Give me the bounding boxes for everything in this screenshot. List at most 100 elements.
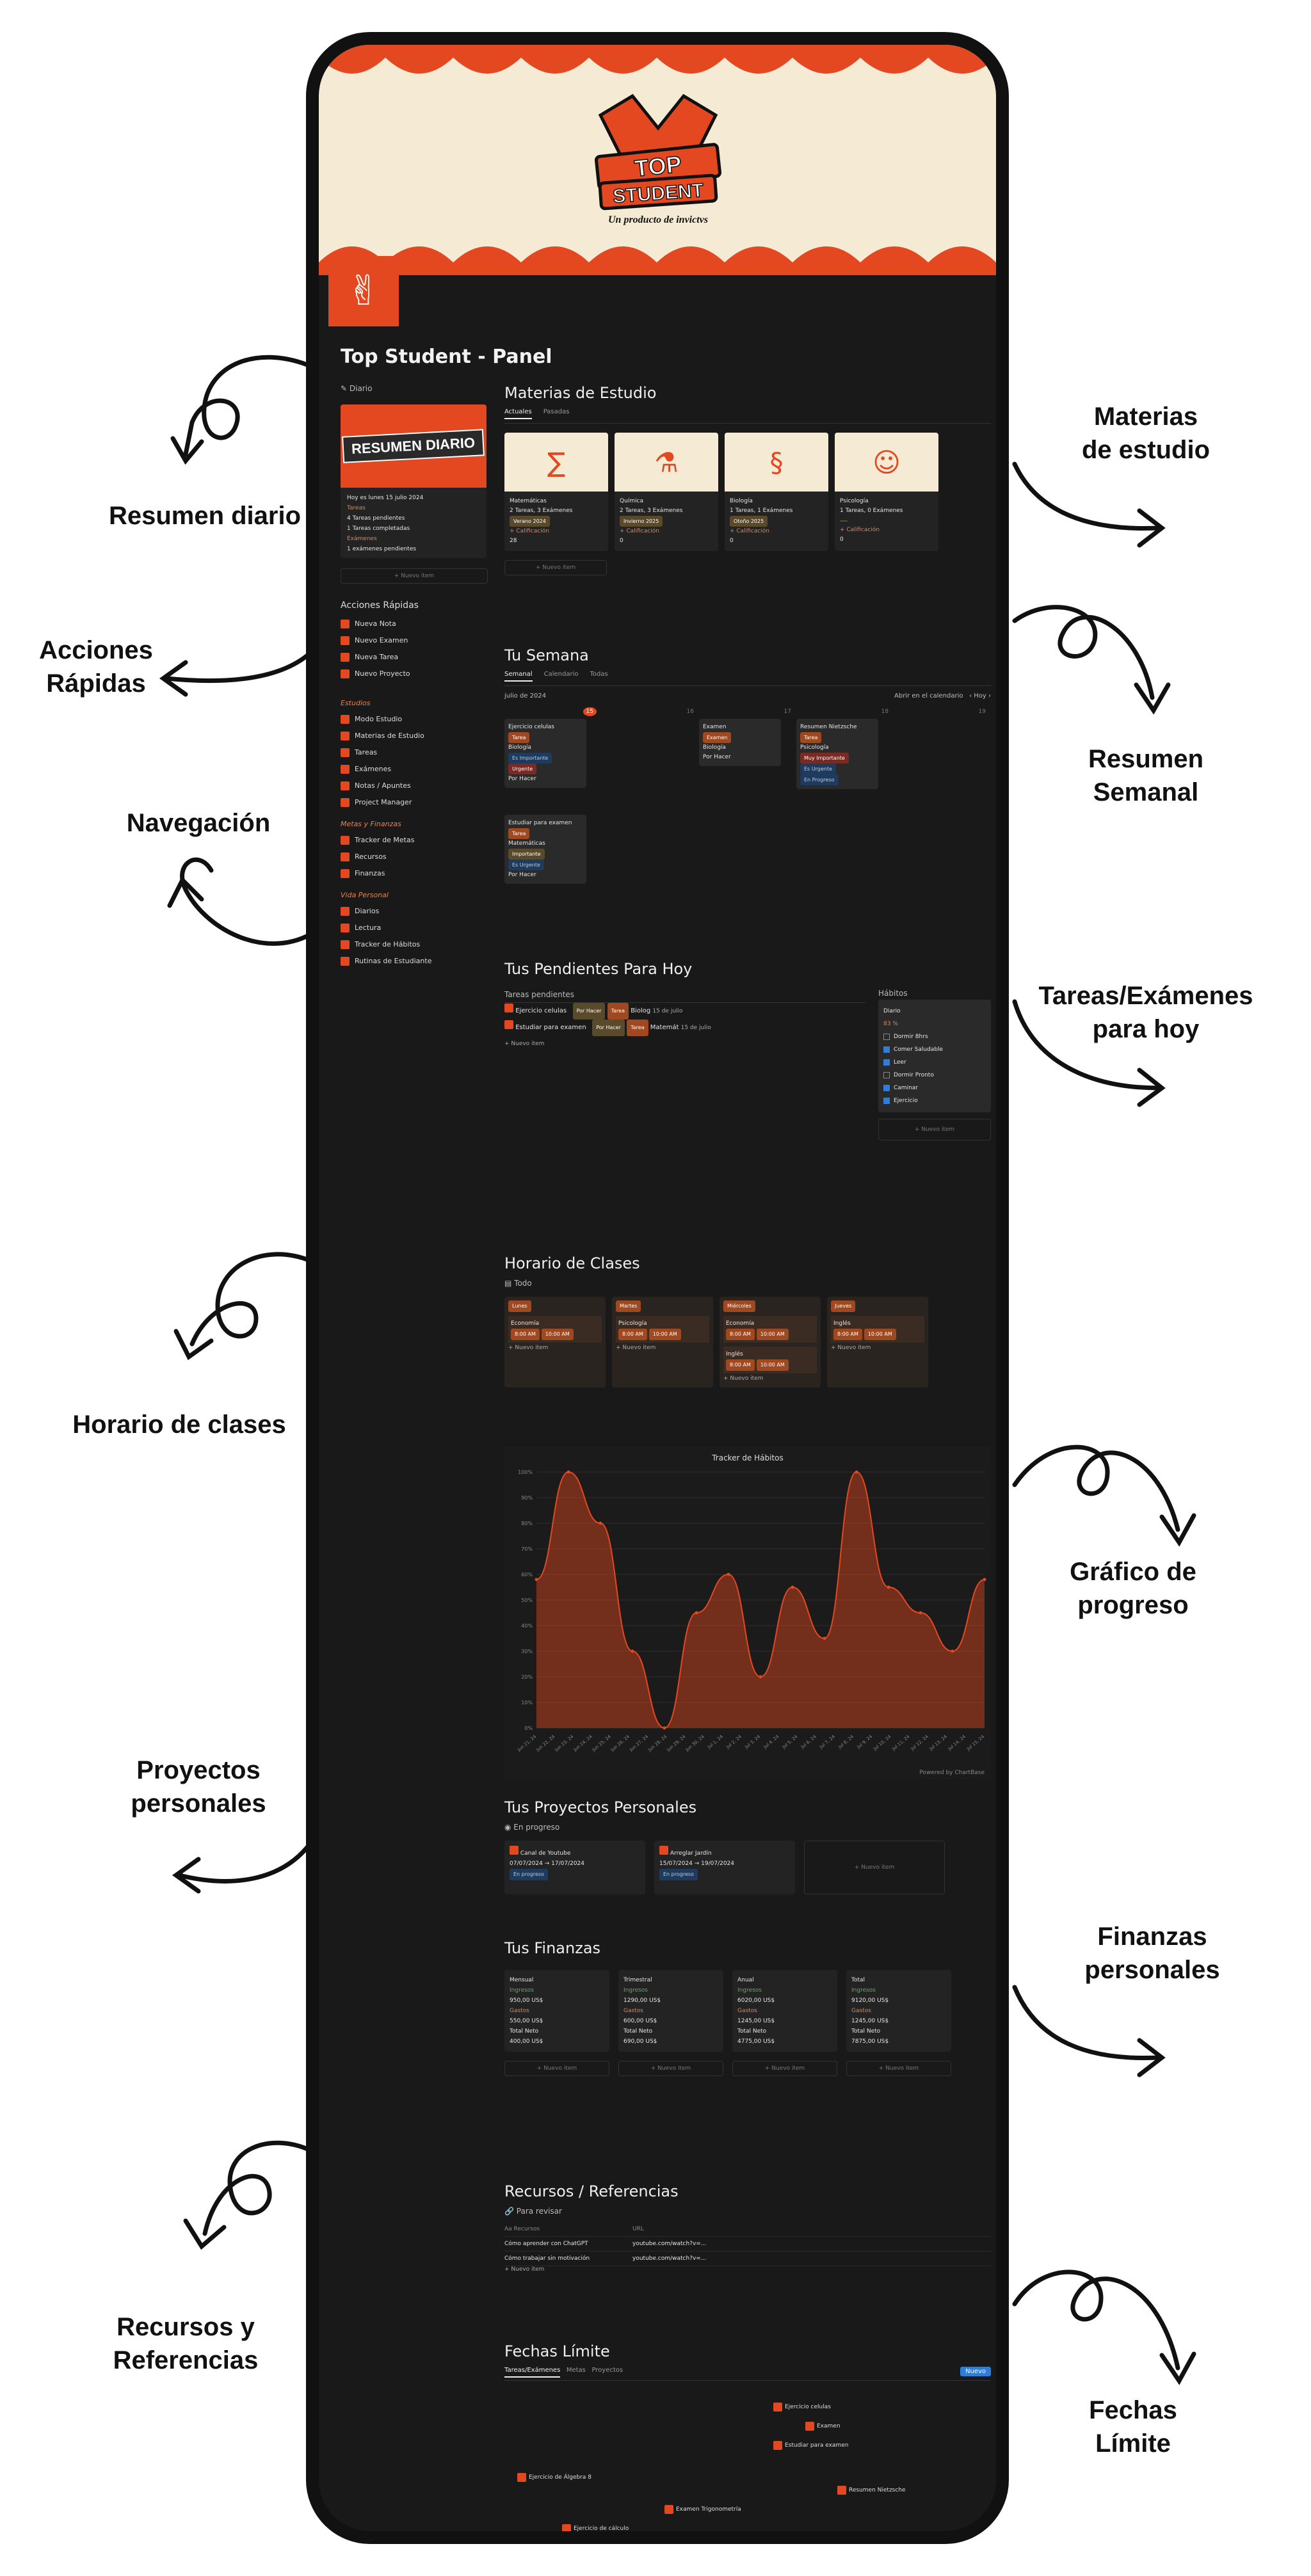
- timeline-item[interactable]: Ejercicio celulas: [773, 2403, 831, 2412]
- habit-row[interactable]: Dormir 8hrs: [883, 1030, 986, 1043]
- nav-tareas[interactable]: Tareas: [341, 744, 488, 761]
- class-card[interactable]: Psicología 8:00 AM 10:00 AM: [616, 1316, 709, 1343]
- tab-semanal[interactable]: Semanal: [504, 671, 533, 682]
- daily-new-item-button[interactable]: + Nuevo item: [341, 568, 488, 584]
- schedule-column: Lunes Economía 8:00 AM 10:00 AM + Nuevo i…: [504, 1297, 606, 1388]
- project-card[interactable]: Canal de Youtube 07/07/2024 → 17/07/2024 E…: [504, 1841, 645, 1894]
- nav-notas[interactable]: Notas / Apuntes: [341, 778, 488, 794]
- finance-new-item-button[interactable]: + Nuevo item: [618, 2061, 723, 2076]
- project-card[interactable]: Arreglar Jardín 15/07/2024 → 19/07/2024 En…: [654, 1841, 795, 1894]
- pending-task-row[interactable]: Ejercicio celulas Por Hacer Tarea Biolog…: [504, 1003, 865, 1020]
- habit-row[interactable]: Ejercicio: [883, 1094, 986, 1107]
- nav-examenes[interactable]: Exámenes: [341, 761, 488, 778]
- nav-tracker-habitos[interactable]: Tracker de Hábitos: [341, 936, 488, 953]
- tab-todas[interactable]: Todas: [590, 671, 608, 682]
- nav-lectura[interactable]: Lectura: [341, 920, 488, 936]
- habit-row[interactable]: Caminar: [883, 1082, 986, 1094]
- recursos-new-item-button[interactable]: + Nuevo item: [504, 2266, 991, 2273]
- y-tick-label: 30%: [521, 1649, 533, 1654]
- recursos-tab[interactable]: 🔗 Para revisar: [504, 2207, 991, 2216]
- pending-task-row[interactable]: Estudiar para examen Por Hacer Tarea Mat…: [504, 1020, 865, 1036]
- finance-new-item-button[interactable]: + Nuevo item: [846, 2061, 951, 2076]
- habit-row[interactable]: Comer Saludable: [883, 1043, 986, 1056]
- nav-rutinas[interactable]: Rutinas de Estudiante: [341, 953, 488, 970]
- habit-row[interactable]: Dormir Pronto: [883, 1069, 986, 1082]
- data-point: [535, 1578, 538, 1581]
- subject-card-biologia[interactable]: § Biología 1 Tareas, 1 Exámenes Otoño 2025…: [725, 433, 828, 551]
- y-tick-label: 100%: [518, 1469, 533, 1475]
- schedule-board: Lunes Economía 8:00 AM 10:00 AM + Nuevo i…: [504, 1297, 991, 1388]
- arrow-icon: [159, 650, 313, 697]
- class-card[interactable]: Inglés 8:00 AM 10:00 AM: [831, 1316, 924, 1343]
- class-card[interactable]: Economía 8:00 AM 10:00 AM: [723, 1316, 817, 1343]
- new-button[interactable]: Nuevo: [960, 2367, 991, 2376]
- finance-card[interactable]: Mensual Ingresos 950,00 US$ Gastos 550,00 US…: [504, 1970, 609, 2052]
- callout-recursos: Recursos y Referencias: [113, 2313, 259, 2374]
- table-row[interactable]: Cómo trabajar sin motivación youtube.com/…: [504, 2252, 991, 2266]
- timeline-item[interactable]: Ejercicio de Álgebra 8: [517, 2473, 591, 2482]
- table-row[interactable]: Cómo aprender con ChatGPT youtube.com/wat…: [504, 2237, 991, 2252]
- habit-row[interactable]: Leer: [883, 1056, 986, 1069]
- proyectos-tab[interactable]: ◉ En progreso: [504, 1823, 991, 1832]
- quick-action-nueva-nota[interactable]: Nueva Nota: [341, 616, 488, 632]
- project-icon: [659, 1846, 668, 1855]
- pending-new-item-button[interactable]: + Nuevo item: [504, 1036, 865, 1052]
- timeline-item[interactable]: Ejercicio de cálculo: [562, 2524, 629, 2531]
- daily-summary-card[interactable]: RESUMEN DIARIO Hoy es lunes 15 julio 202…: [341, 404, 487, 558]
- finance-card[interactable]: Trimestral Ingresos 1290,00 US$ Gastos 600,0…: [618, 1970, 723, 2052]
- nav-project-manager[interactable]: Project Manager: [341, 794, 488, 811]
- class-card[interactable]: Inglés 8:00 AM 10:00 AM: [723, 1347, 817, 1373]
- habits-new-item-button[interactable]: + Nuevo item: [878, 1119, 991, 1140]
- x-tick-label: Jun 21, 24: [516, 1734, 537, 1753]
- quick-action-nuevo-proyecto[interactable]: Nuevo Proyecto: [341, 666, 488, 682]
- finance-card[interactable]: Anual Ingresos 6020,00 US$ Gastos 1245,00 US…: [732, 1970, 837, 2052]
- tab-tareas-examenes[interactable]: Tareas/Exámenes: [504, 2367, 561, 2378]
- class-card[interactable]: Economía 8:00 AM 10:00 AM: [508, 1316, 602, 1343]
- nav-diarios[interactable]: Diarios: [341, 903, 488, 920]
- finance-new-item-button[interactable]: + Nuevo item: [732, 2061, 837, 2076]
- page-icon: [341, 924, 350, 932]
- finance-card[interactable]: Total Ingresos 9120,00 US$ Gastos 1245,00 US…: [846, 1970, 951, 2052]
- subject-card-matematicas[interactable]: ∑ Matemáticas 2 Tareas, 3 Exámenes Verano …: [504, 433, 608, 551]
- nav-modo-estudio[interactable]: Modo Estudio: [341, 711, 488, 728]
- pendientes-section: Tus Pendientes Para Hoy Tareas pendiente…: [504, 960, 991, 1254]
- finance-new-item-button[interactable]: + Nuevo item: [504, 2061, 609, 2076]
- left-column: ✎ Diario RESUMEN DIARIO Hoy es lunes 15 …: [341, 384, 488, 970]
- tab-calendario[interactable]: Calendario: [544, 671, 579, 682]
- tab-metas[interactable]: Metas: [567, 2367, 586, 2374]
- tab-pasadas[interactable]: Pasadas: [543, 408, 570, 419]
- tab-proyectos[interactable]: Proyectos: [591, 2367, 623, 2374]
- subject-card-psicologia[interactable]: ☺ Psicología 1 Tareas, 0 Exámenes + Califi…: [835, 433, 938, 551]
- fechas-section: Fechas Límite Tareas/Exámenes Metas Proy…: [504, 2342, 991, 2531]
- today-button[interactable]: Hoy: [974, 692, 986, 700]
- arrow-icon: [1012, 1444, 1196, 1547]
- x-tick-label: Jul 1, 24: [706, 1734, 724, 1750]
- tab-actuales[interactable]: Actuales: [504, 408, 532, 419]
- quick-action-nuevo-examen[interactable]: Nuevo Examen: [341, 632, 488, 649]
- project-new-item-button[interactable]: + Nuevo item: [804, 1841, 945, 1894]
- timeline-item[interactable]: Examen: [805, 2422, 840, 2431]
- callout-grafico: Gráfico de progreso: [1070, 1558, 1196, 1619]
- habits-card[interactable]: Diario 83 % Dormir 8hrs Comer Saludable …: [878, 1000, 991, 1112]
- timeline-item[interactable]: Estudiar para examen: [773, 2441, 848, 2450]
- nav-finanzas[interactable]: Finanzas: [341, 865, 488, 882]
- timeline-item[interactable]: Resumen Nietzsche: [837, 2486, 906, 2495]
- horario-tab[interactable]: ▤ Todo: [504, 1279, 991, 1288]
- day-today: 15: [583, 707, 597, 716]
- daily-summary-image: RESUMEN DIARIO: [341, 404, 487, 488]
- nav-materias[interactable]: Materias de Estudio: [341, 728, 488, 744]
- open-calendar-button[interactable]: Abrir en el calendario: [894, 692, 963, 700]
- nav-recursos[interactable]: Recursos: [341, 849, 488, 865]
- timeline-item[interactable]: Examen Trigonometría: [664, 2505, 741, 2514]
- page-icon: [341, 869, 350, 878]
- event-card[interactable]: Ejercicio celulas Tarea Biología Es Impor…: [504, 719, 586, 788]
- subject-card-quimica[interactable]: ⚗ Química 2 Tareas, 3 Exámenes Invierno 20…: [615, 433, 718, 551]
- event-card[interactable]: Estudiar para examen Tarea Matemáticas Im…: [504, 815, 586, 884]
- nav-tracker-metas[interactable]: Tracker de Metas: [341, 832, 488, 849]
- proyectos-section: Tus Proyectos Personales ◉ En progreso C…: [504, 1798, 991, 1939]
- month-label: julio de 2024: [504, 692, 547, 700]
- materias-new-item-button[interactable]: + Nuevo item: [504, 560, 607, 575]
- event-card[interactable]: Examen Examen Biología Por Hacer: [699, 719, 781, 766]
- quick-action-nueva-tarea[interactable]: Nueva Tarea: [341, 649, 488, 666]
- event-card[interactable]: Resumen Nietzsche Tarea Psicología Muy Im…: [796, 719, 878, 789]
